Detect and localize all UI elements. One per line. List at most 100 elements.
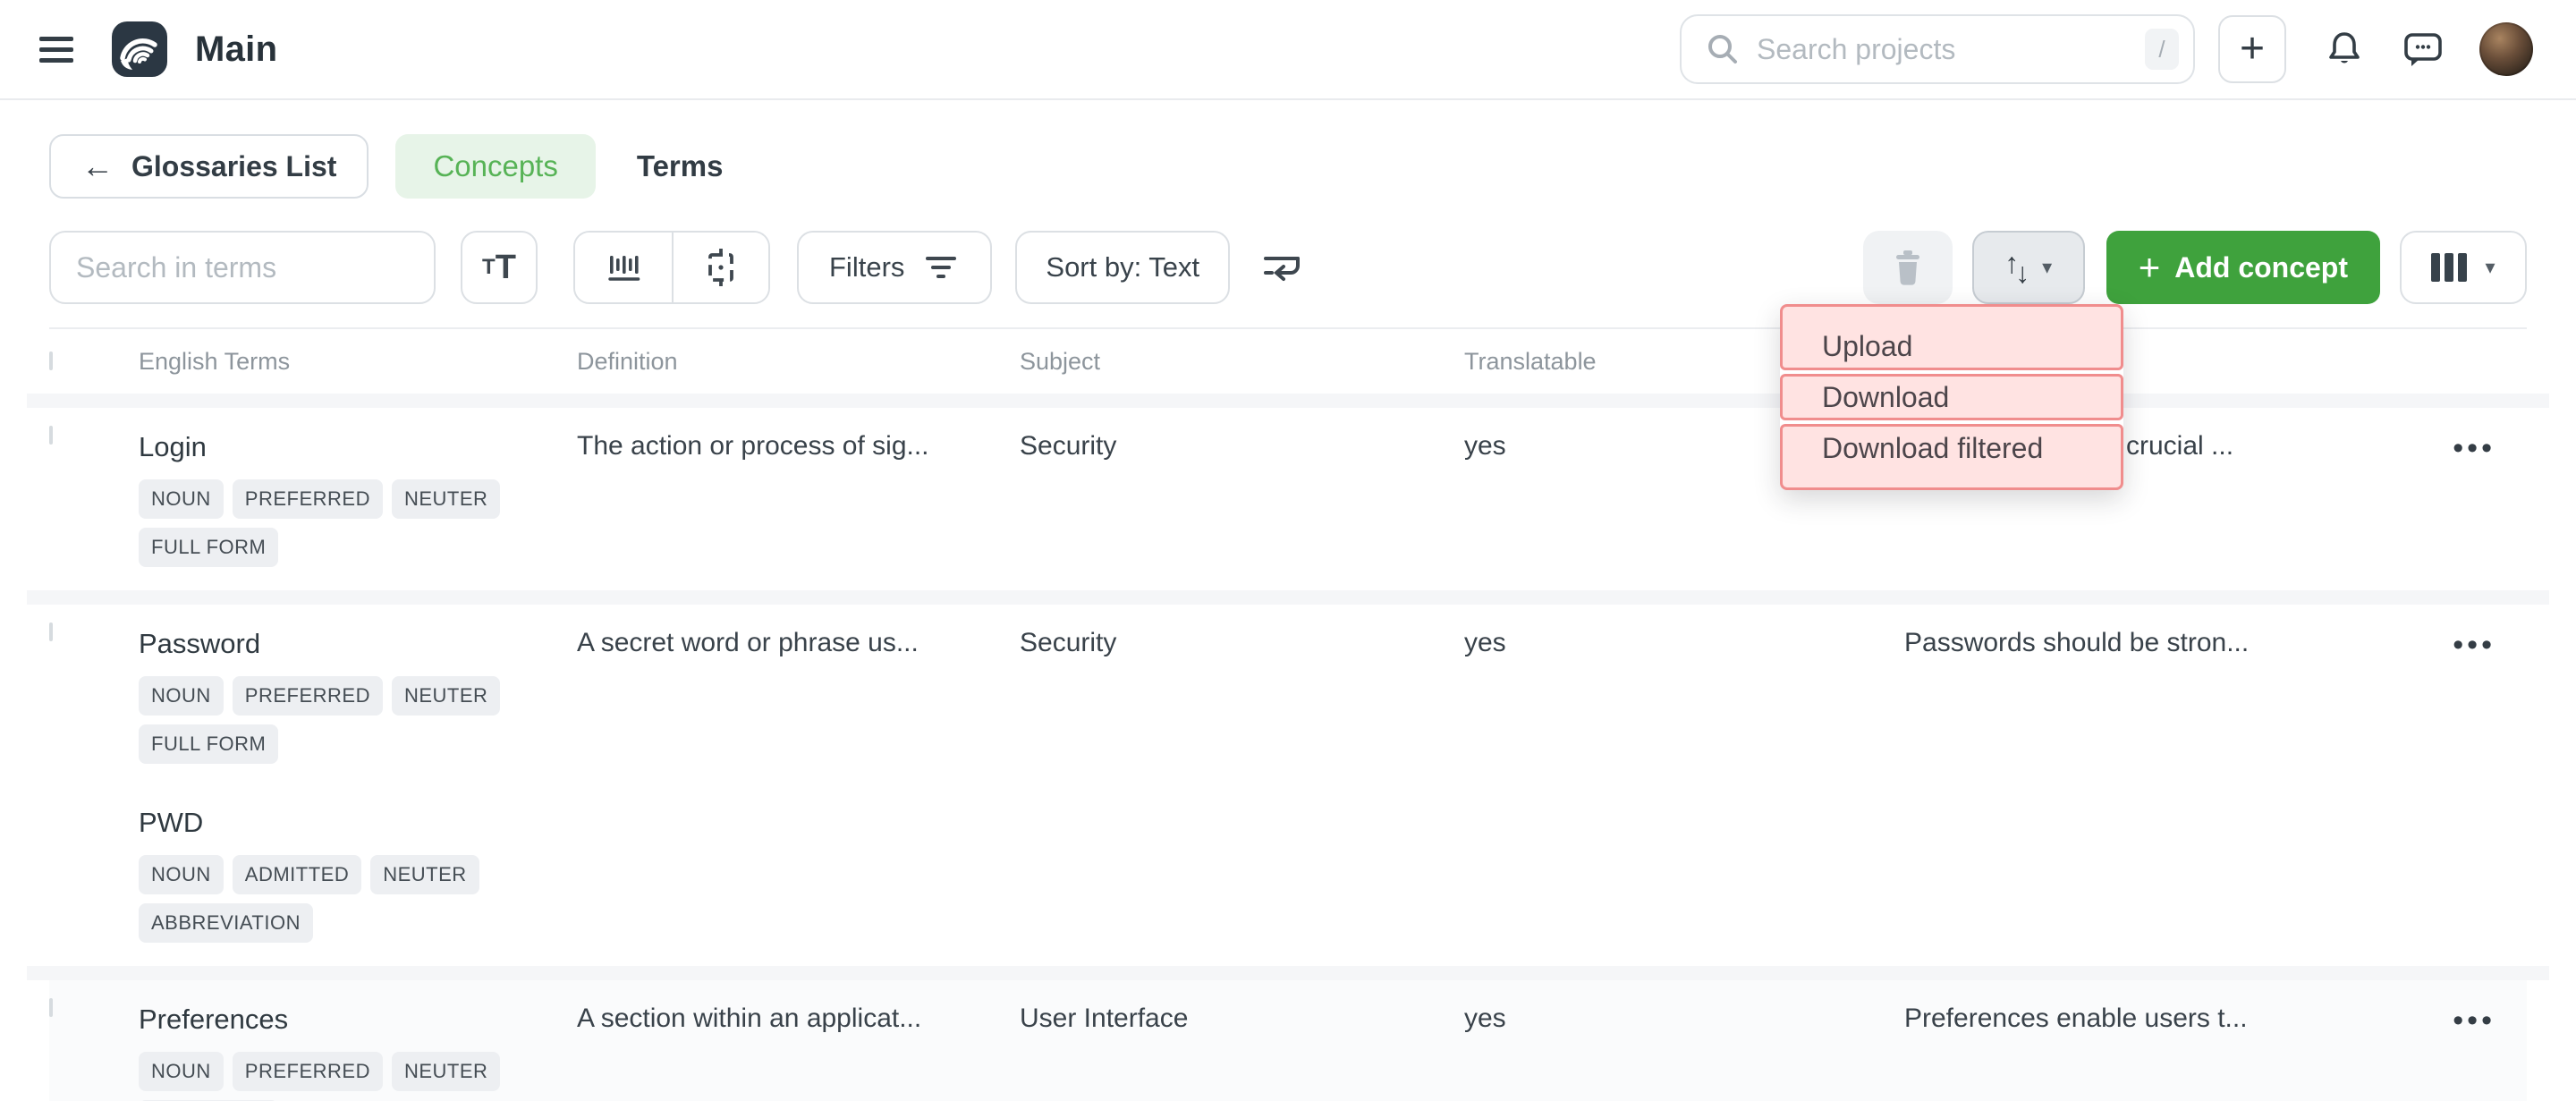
term-text: Login (139, 431, 577, 463)
messages-icon[interactable] (2399, 25, 2447, 73)
barcode-match-button[interactable] (575, 233, 672, 302)
case-large-icon: T (496, 249, 516, 287)
filters-button[interactable]: Filters (797, 231, 992, 304)
menu-item-download-filtered[interactable]: Download filtered (1780, 424, 2123, 490)
definition-cell: A secret word or phrase us... (577, 624, 1020, 658)
term-entry: Preferences NOUN PREFERRED NEUTER FULL F… (139, 1004, 577, 1101)
column-header-subject: Subject (1020, 348, 1464, 376)
term-badges: NOUN PREFERRED NEUTER FULL FORM (139, 479, 559, 567)
subject-cell: Security (1020, 624, 1464, 658)
chevron-down-icon: ▾ (2042, 256, 2052, 279)
notifications-bell-icon[interactable] (2320, 25, 2368, 73)
badge-status: PREFERRED (233, 1052, 383, 1091)
row-checkbox[interactable] (49, 622, 53, 641)
columns-icon (2431, 253, 2467, 282)
exact-frame-button[interactable] (672, 233, 768, 302)
column-header-definition: Definition (577, 348, 1020, 376)
translatable-cell: yes (1464, 624, 1904, 658)
back-to-glossaries-button[interactable]: ← Glossaries List (49, 134, 369, 199)
trash-icon (1888, 247, 1928, 288)
user-avatar[interactable] (2479, 22, 2533, 76)
row-separator (27, 590, 2549, 605)
translatable-cell: yes (1464, 1000, 1904, 1034)
term-badges: NOUN ADMITTED NEUTER ABBREVIATION (139, 855, 559, 943)
columns-dropdown-button[interactable]: ▾ (2400, 231, 2527, 304)
match-mode-button-group (573, 231, 770, 304)
note-cell: Passwords should be stron... (1904, 624, 2348, 658)
transfer-menu: Upload Download Download filtered (1780, 304, 2123, 490)
search-in-terms-input[interactable] (49, 231, 436, 304)
table-row[interactable]: Login NOUN PREFERRED NEUTER FULL FORM Th… (49, 408, 2527, 590)
badge-gender: NEUTER (370, 855, 479, 894)
sort-by-button[interactable]: Sort by: Text (1015, 231, 1230, 304)
row-actions-menu-icon[interactable]: ••• (2453, 628, 2496, 660)
note-cell: Preferences enable users t... (1904, 1000, 2348, 1034)
filters-button-label: Filters (829, 251, 904, 284)
add-concept-button[interactable]: + Add concept (2106, 231, 2380, 304)
chevron-down-icon: ▾ (2485, 256, 2495, 279)
row-separator (27, 394, 2549, 408)
badge-part-of-speech: NOUN (139, 855, 224, 894)
row-actions-menu-icon[interactable]: ••• (2453, 431, 2496, 463)
case-small-icon: T (482, 255, 496, 280)
page-title: Main (195, 30, 277, 70)
transfer-dropdown-button[interactable]: ↑ ↓ ▾ (1972, 231, 2085, 304)
wrap-lines-button[interactable] (1257, 241, 1310, 294)
term-badges: NOUN PREFERRED NEUTER FULL FORM (139, 1052, 559, 1101)
term-entry: Login NOUN PREFERRED NEUTER FULL FORM (139, 431, 577, 567)
badge-type: FULL FORM (139, 528, 278, 567)
filter-icon (922, 251, 960, 284)
table-header-row: English Terms Definition Subject Transla… (49, 327, 2527, 394)
search-icon (1705, 31, 1741, 67)
select-all-checkbox[interactable] (49, 351, 53, 370)
tab-terms[interactable]: Terms (637, 134, 724, 199)
concepts-table: English Terms Definition Subject Transla… (0, 327, 2576, 1101)
create-button[interactable]: + (2218, 15, 2286, 83)
glossary-subnav: ← Glossaries List Concepts Terms (0, 100, 2576, 220)
badge-gender: NEUTER (392, 479, 500, 519)
badge-status: ADMITTED (233, 855, 361, 894)
back-arrow-icon: ← (81, 148, 114, 185)
badge-part-of-speech: NOUN (139, 479, 224, 519)
term-entry: Password NOUN PREFERRED NEUTER FULL FORM (139, 628, 577, 764)
search-projects-input[interactable] (1757, 33, 2145, 66)
menu-icon[interactable] (39, 30, 79, 69)
sort-by-label: Sort by: Text (1046, 251, 1199, 284)
row-actions-menu-icon[interactable]: ••• (2453, 1004, 2496, 1036)
term-text: PWD (139, 807, 577, 839)
term-text: Preferences (139, 1004, 577, 1036)
subject-cell: Security (1020, 428, 1464, 462)
subject-cell: User Interface (1020, 1000, 1464, 1034)
badge-part-of-speech: NOUN (139, 676, 224, 716)
badge-type: FULL FORM (139, 724, 278, 764)
tab-concepts[interactable]: Concepts (395, 134, 595, 199)
top-bar: Main / + (0, 0, 2576, 100)
row-checkbox[interactable] (49, 426, 53, 445)
term-entry: PWD NOUN ADMITTED NEUTER ABBREVIATION (139, 807, 577, 943)
definition-cell: A section within an applicat... (577, 1000, 1020, 1034)
text-case-button[interactable]: TT (461, 231, 538, 304)
arrow-down-icon: ↓ (2015, 257, 2029, 290)
back-button-label: Glossaries List (131, 150, 336, 183)
badge-status: PREFERRED (233, 676, 383, 716)
table-row[interactable]: Preferences NOUN PREFERRED NEUTER FULL F… (49, 980, 2527, 1101)
term-badges: NOUN PREFERRED NEUTER FULL FORM (139, 676, 559, 764)
badge-part-of-speech: NOUN (139, 1052, 224, 1091)
delete-button[interactable] (1863, 231, 1953, 304)
wrap-lines-icon (1260, 248, 1307, 287)
add-concept-label: Add concept (2174, 251, 2348, 284)
global-search[interactable]: / (1680, 14, 2195, 84)
plus-icon: + (2139, 249, 2161, 286)
menu-item-download[interactable]: Download (1780, 374, 2123, 420)
menu-item-upload[interactable]: Upload (1780, 304, 2123, 370)
row-separator (27, 966, 2549, 980)
shortcut-badge: / (2145, 29, 2179, 70)
table-row[interactable]: Password NOUN PREFERRED NEUTER FULL FORM… (49, 605, 2527, 966)
column-header-english-terms: English Terms (139, 348, 577, 376)
selection-frame-icon (700, 247, 741, 288)
row-checkbox[interactable] (49, 998, 53, 1017)
badge-type: ABBREVIATION (139, 903, 313, 943)
badge-gender: NEUTER (392, 676, 500, 716)
barcode-icon (603, 247, 644, 288)
definition-cell: The action or process of sig... (577, 428, 1020, 462)
